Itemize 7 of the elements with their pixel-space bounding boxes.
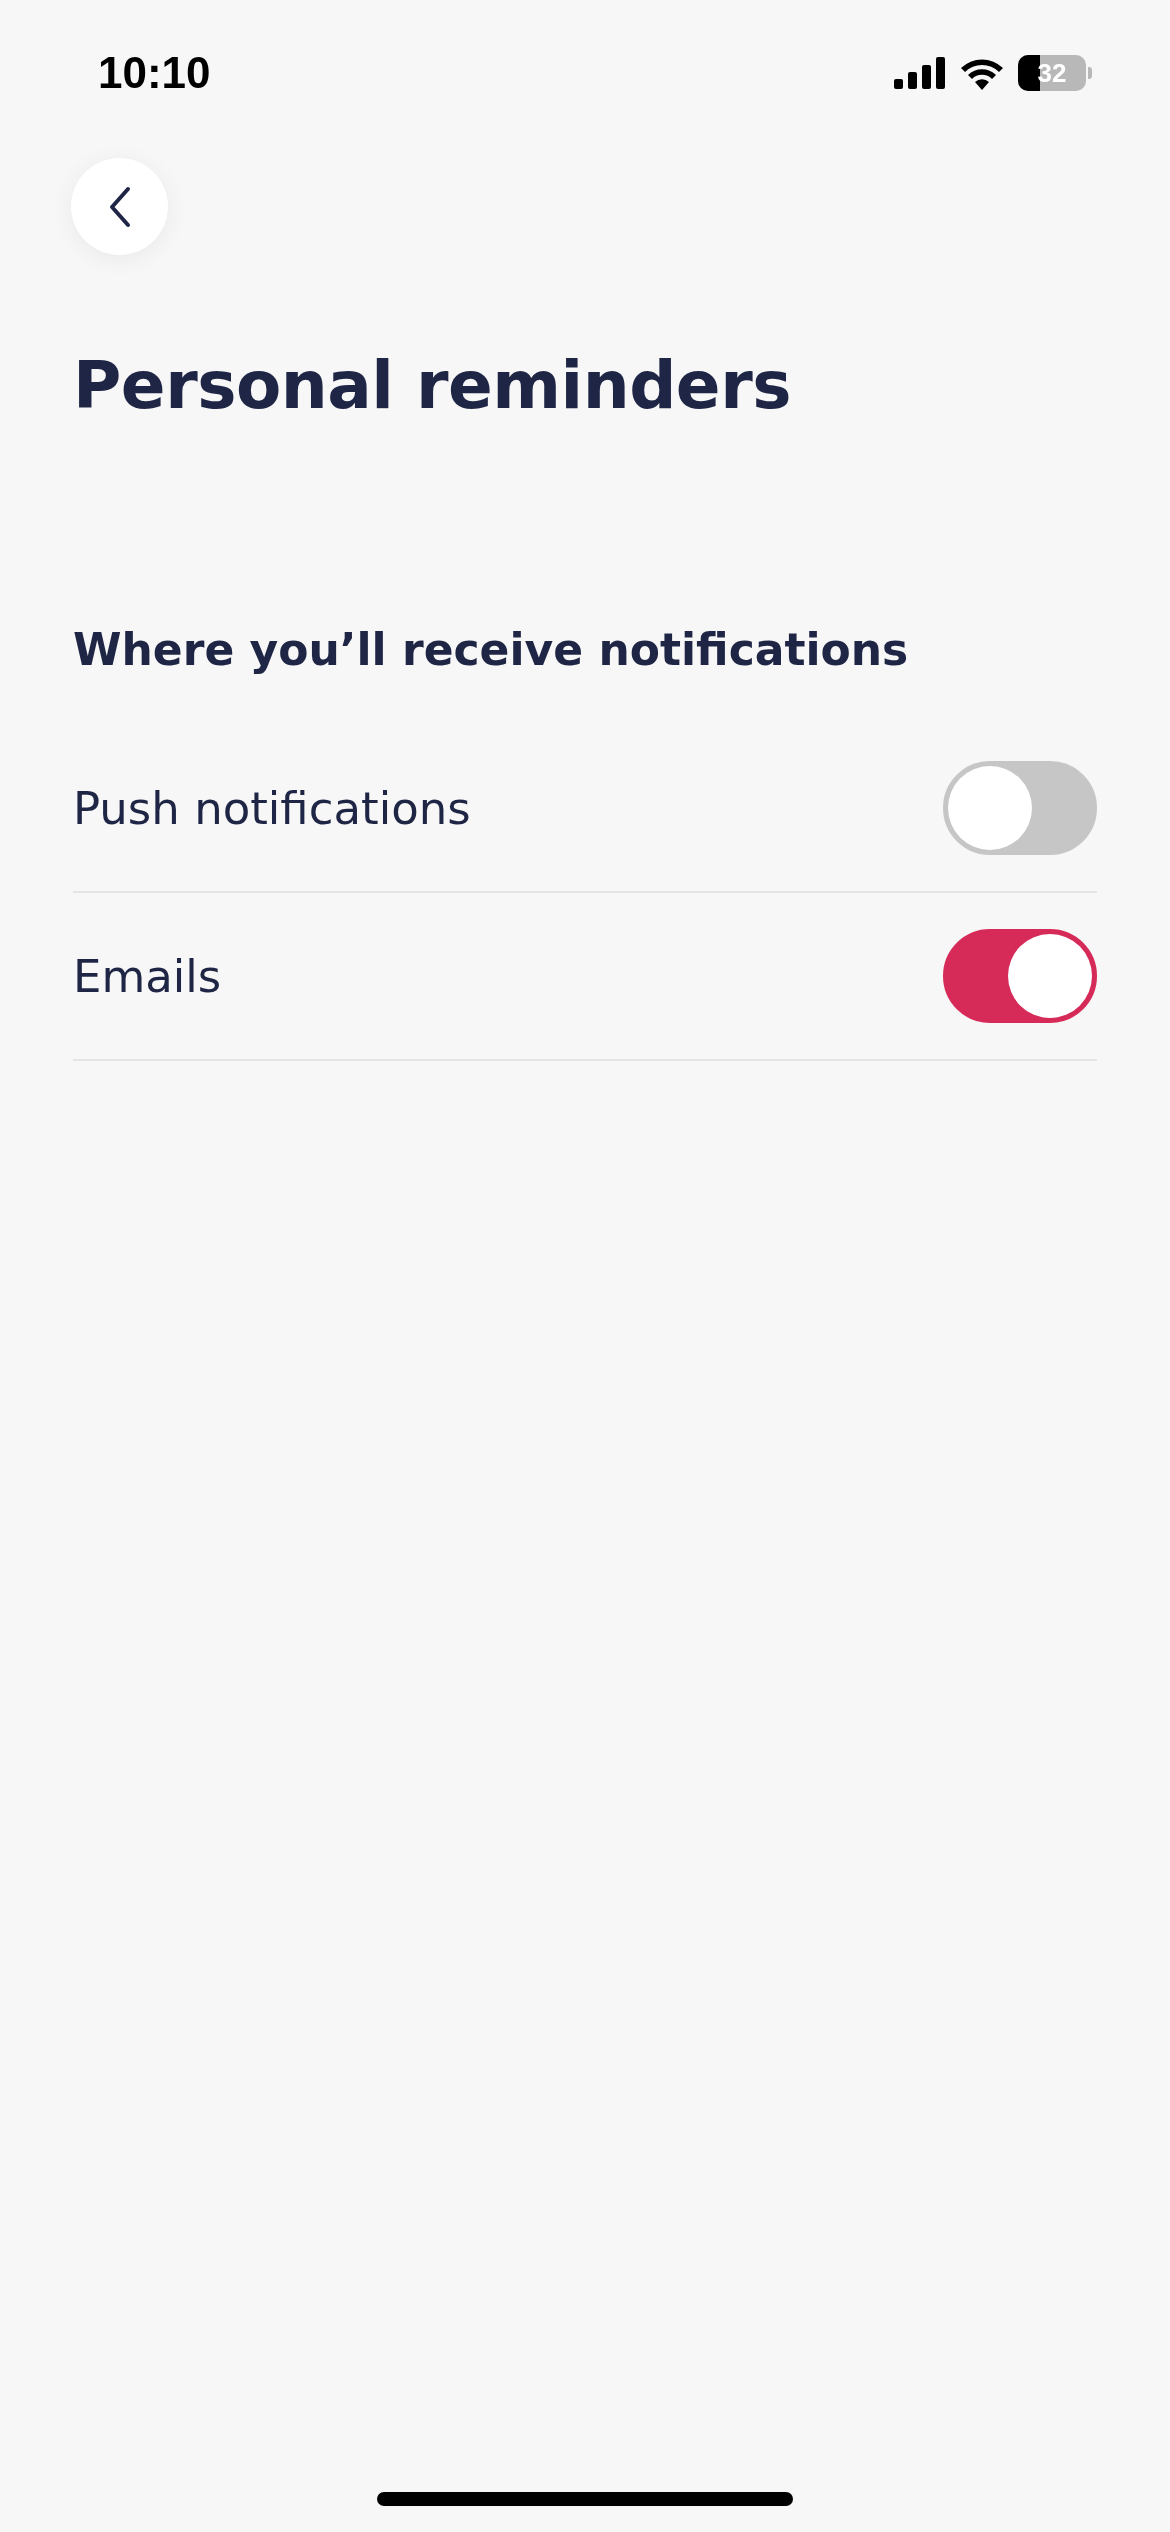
page-title: Personal reminders — [73, 347, 792, 424]
signal-icon — [894, 57, 946, 89]
status-time: 10:10 — [98, 48, 211, 98]
setting-label: Push notifications — [73, 781, 471, 835]
section-heading: Where you’ll receive notifications — [73, 624, 910, 675]
setting-label: Emails — [73, 949, 222, 1003]
chevron-left-icon — [107, 185, 132, 228]
